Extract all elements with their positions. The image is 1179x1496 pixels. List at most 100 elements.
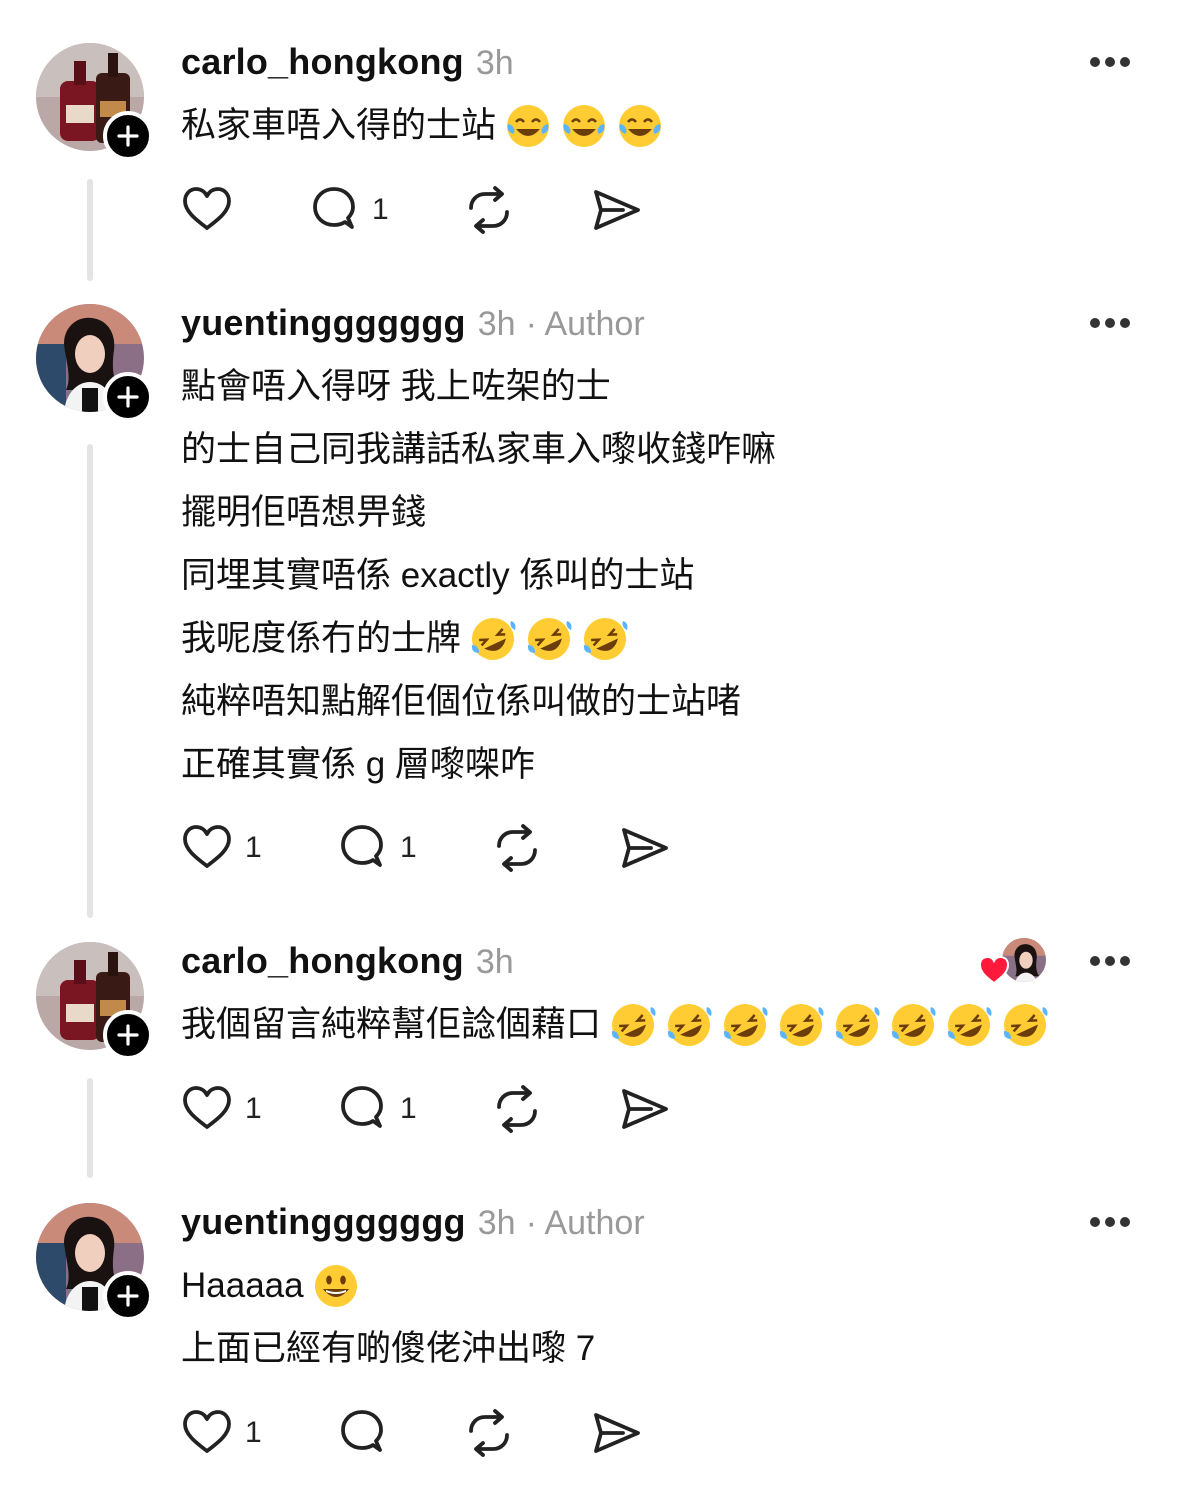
like-count: 1 [245, 1416, 262, 1449]
repost-button[interactable] [491, 823, 618, 873]
thread-line [87, 1078, 93, 1178]
comment-text: 我個留言純粹幫佢諗個藉口 [181, 993, 1049, 1056]
reply-button[interactable]: 1 [336, 823, 491, 873]
follow-button[interactable] [103, 1271, 153, 1321]
repost-button[interactable] [491, 1084, 618, 1134]
comment-bubble-icon [313, 187, 355, 229]
comment-header: carlo_hongkong 3h [181, 940, 514, 984]
comment-header: yuentinggggggg 3h · Author [181, 1201, 645, 1245]
text-line-content: 私家車唔入得的士站 [181, 106, 497, 145]
repost-button[interactable] [463, 1408, 590, 1458]
rolling-laughing-emoji [527, 617, 572, 660]
reply-count: 1 [372, 193, 389, 226]
reply-count: 1 [400, 1092, 417, 1125]
text-line: 的士自己同我講話私家車入嚟收錢咋嘛 [181, 418, 776, 481]
follow-button[interactable] [103, 1010, 153, 1060]
more-button[interactable] [1088, 954, 1132, 968]
heart-icon [183, 1086, 231, 1129]
more-button[interactable] [1088, 1215, 1132, 1229]
follow-button[interactable] [103, 111, 153, 161]
thread-line [87, 444, 93, 918]
text-line: 純粹唔知點解佢個位係叫做的士站啫 [181, 670, 776, 733]
text-line-content: 我呢度係冇的士牌 [181, 619, 462, 658]
share-button[interactable] [590, 185, 642, 235]
rolling-laughing-emoji [947, 1003, 992, 1046]
action-bar: 1 [181, 1408, 642, 1458]
red-heart-icon [978, 955, 1010, 985]
like-count: 1 [245, 831, 262, 864]
text-line: 我個留言純粹幫佢諗個藉口 [181, 993, 1049, 1056]
like-button[interactable]: 1 [181, 1084, 336, 1134]
text-line-content: 我個留言純粹幫佢諗個藉口 [181, 1005, 602, 1044]
rolling-laughing-emoji [891, 1003, 936, 1046]
text-line: 點會唔入得呀 我上咗架的士 [181, 355, 776, 418]
more-button[interactable] [1088, 316, 1132, 330]
username[interactable]: yuentinggggggg [181, 1201, 466, 1243]
rolling-laughing-emoji [611, 1003, 656, 1046]
text-line-content: 純粹唔知點解佢個位係叫做的士站啫 [181, 682, 742, 721]
reply-button[interactable]: 1 [308, 185, 463, 235]
comment-text: Haaaaa 上面已經有啲傻佬沖出嚟 7 [181, 1254, 595, 1380]
more-horizontal-icon [1090, 318, 1130, 328]
rolling-laughing-emoji [471, 617, 516, 660]
tears-of-joy-emoji [563, 104, 606, 147]
share-button[interactable] [618, 1084, 670, 1134]
rolling-laughing-emoji [835, 1003, 880, 1046]
repost-icon [469, 186, 509, 234]
timestamp: 3h [475, 943, 514, 981]
plus-icon [117, 1285, 139, 1307]
text-line-content: 上面已經有啲傻佬沖出嚟 7 [181, 1329, 596, 1368]
text-line: 我呢度係冇的士牌 [181, 607, 776, 670]
text-line: 同埋其實唔係 exactly 係叫的士站 [181, 544, 776, 607]
share-button[interactable] [590, 1408, 642, 1458]
text-line-content: 擺明佢唔想畀錢 [181, 493, 427, 532]
send-icon [594, 1413, 640, 1453]
text-line-content: 同埋其實唔係 exactly 係叫的士站 [181, 556, 695, 595]
comment-bubble-icon [341, 1410, 383, 1452]
rolling-laughing-emoji [667, 1003, 712, 1046]
tears-of-joy-emoji [619, 104, 662, 147]
repost-icon [497, 824, 537, 872]
plus-icon [117, 1024, 139, 1046]
heart-icon [183, 825, 231, 868]
reply-button[interactable]: 1 [336, 1084, 491, 1134]
comment-text: 點會唔入得呀 我上咗架的士 的士自己同我講話私家車入嚟收錢咋嘛 擺明佢唔想畀錢 … [181, 355, 776, 796]
repost-icon [497, 1085, 537, 1133]
more-horizontal-icon [1090, 956, 1130, 966]
comment-bubble-icon [341, 825, 383, 867]
send-icon [622, 828, 668, 868]
reply-button[interactable] [336, 1408, 463, 1458]
thread-line [87, 179, 93, 281]
comment-text: 私家車唔入得的士站 [181, 94, 664, 157]
send-icon [622, 1089, 668, 1129]
heart-icon [183, 187, 231, 230]
plus-icon [117, 386, 139, 408]
like-button[interactable]: 1 [181, 1408, 336, 1458]
text-line: 擺明佢唔想畀錢 [181, 481, 776, 544]
heart-icon [183, 1410, 231, 1453]
follow-button[interactable] [103, 372, 153, 422]
like-button[interactable] [181, 185, 308, 235]
more-button[interactable] [1088, 55, 1132, 69]
like-button[interactable]: 1 [181, 823, 336, 873]
text-line: 上面已經有啲傻佬沖出嚟 7 [181, 1317, 595, 1380]
plus-icon [117, 125, 139, 147]
repost-button[interactable] [463, 185, 590, 235]
more-horizontal-icon [1090, 1217, 1130, 1227]
author-badge: · Author [525, 1204, 645, 1242]
username[interactable]: carlo_hongkong [181, 41, 464, 83]
username[interactable]: carlo_hongkong [181, 940, 464, 982]
text-line: 私家車唔入得的士站 [181, 94, 664, 157]
text-line: 正確其實係 g 層嚟㗎咋 [181, 733, 776, 796]
text-line-content: 的士自己同我講話私家車入嚟收錢咋嘛 [181, 430, 777, 469]
action-bar: 1 1 [181, 1084, 670, 1134]
rolling-laughing-emoji [583, 617, 628, 660]
repost-icon [469, 1409, 509, 1457]
tears-of-joy-emoji [507, 104, 550, 147]
action-bar: 1 1 [181, 823, 670, 873]
more-horizontal-icon [1090, 57, 1130, 67]
comment-header: yuentinggggggg 3h · Author [181, 302, 645, 346]
action-bar: 1 [181, 185, 642, 235]
share-button[interactable] [618, 823, 670, 873]
username[interactable]: yuentinggggggg [181, 302, 466, 344]
